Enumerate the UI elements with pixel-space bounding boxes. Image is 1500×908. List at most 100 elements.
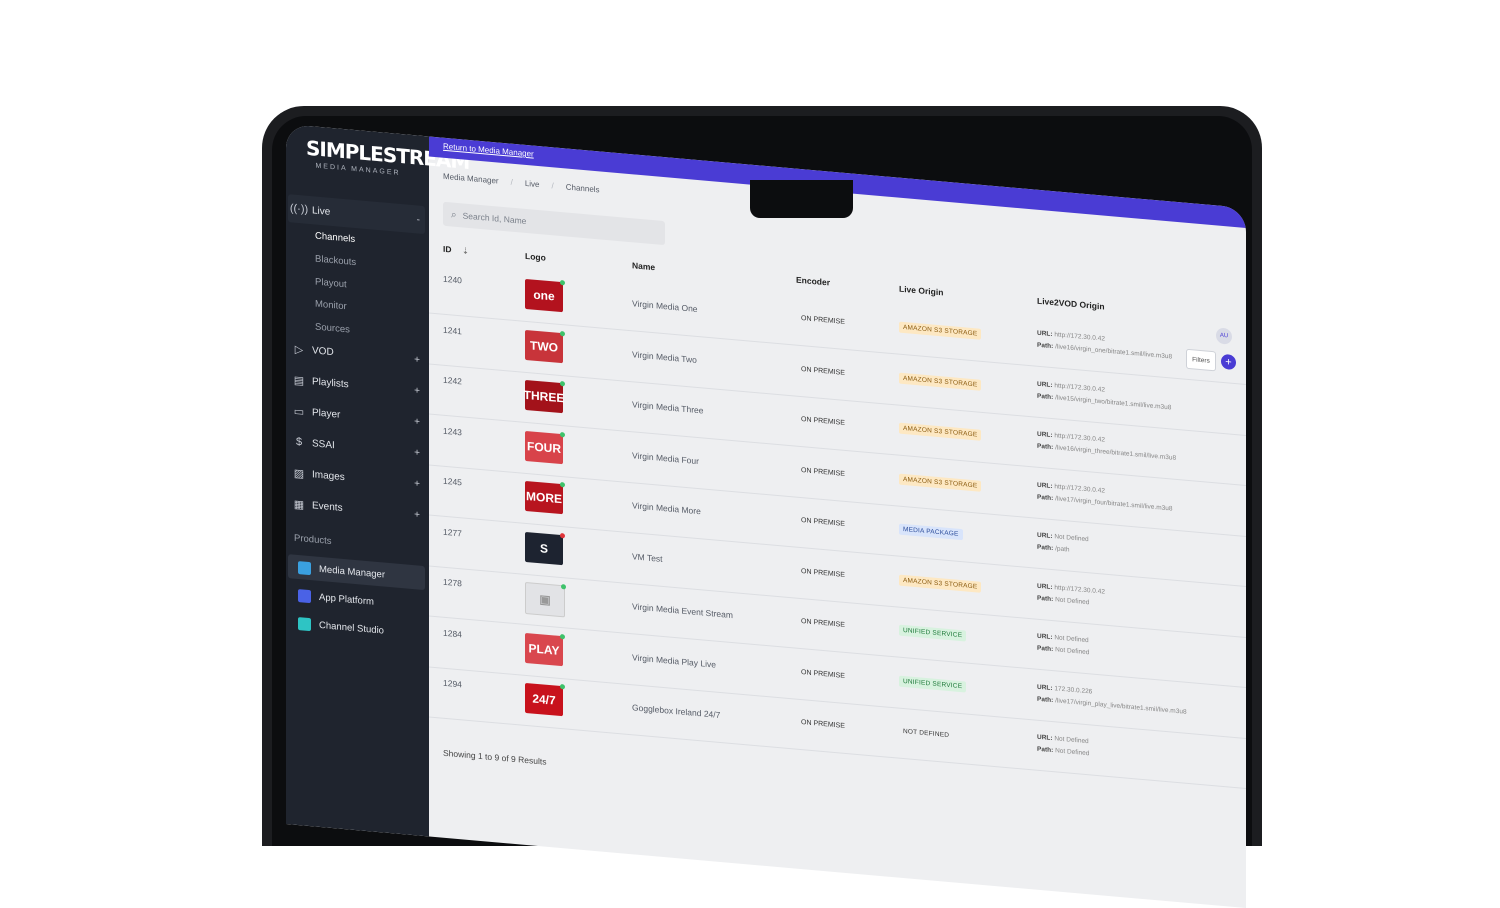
- url-value: http://172.30.0.42: [1054, 331, 1105, 343]
- sidebar-item-label: Player: [312, 406, 341, 421]
- status-dot: [560, 633, 565, 639]
- live-origin-badge: MEDIA PACKAGE: [899, 523, 963, 541]
- channel-id: 1294: [443, 677, 462, 690]
- url-label: URL:: [1037, 329, 1053, 339]
- sidebar-subitem-blackouts[interactable]: Blackouts: [315, 254, 356, 269]
- breadcrumb-separator: /: [510, 177, 513, 187]
- sidebar-item-events[interactable]: ▦ Events +: [292, 497, 420, 522]
- channel-logo: MORE: [525, 480, 565, 515]
- camera-notch: [750, 180, 853, 218]
- path-value: Not Defined: [1055, 747, 1090, 758]
- url-value: http://172.30.0.42: [1054, 432, 1105, 444]
- sidebar-subitem-sources[interactable]: Sources: [315, 322, 350, 336]
- channel-name[interactable]: Virgin Media Play Live: [632, 652, 716, 669]
- live2vod-origin: URL: Not Defined Path: Not Defined: [1037, 631, 1089, 660]
- channel-encoder: ON PREMISE: [801, 668, 845, 680]
- channel-name[interactable]: VM Test: [632, 551, 663, 564]
- column-header-id[interactable]: ID ⇣: [443, 244, 469, 257]
- channel-name[interactable]: Virgin Media Three: [632, 399, 704, 415]
- product-label: Channel Studio: [319, 619, 384, 637]
- url-label: URL:: [1037, 582, 1053, 591]
- app-platform-icon: [298, 588, 311, 603]
- url-label: URL:: [1037, 380, 1053, 389]
- brand-logo[interactable]: SIMPLESTREAM MEDIA MANAGER: [306, 136, 469, 178]
- sidebar-subitem-channels[interactable]: Channels: [315, 231, 355, 246]
- product-label: App Platform: [319, 591, 374, 608]
- sidebar-item-images[interactable]: ▨ Images +: [292, 466, 420, 491]
- sidebar-subitem-playout[interactable]: Playout: [315, 277, 347, 291]
- sidebar-item-playlists[interactable]: ▤ Playlists +: [292, 373, 420, 398]
- channel-name[interactable]: Virgin Media Two: [632, 349, 697, 365]
- url-label: URL:: [1037, 632, 1053, 642]
- channel-logo-text: one: [533, 287, 555, 304]
- breadcrumb-media-manager[interactable]: Media Manager: [443, 172, 499, 186]
- channel-id: 1240: [443, 273, 462, 286]
- path-value: /live17/virgin_play_live/bitrate1.smil/l…: [1055, 696, 1187, 716]
- channel-encoder: ON PREMISE: [801, 517, 845, 528]
- channel-encoder: ON PREMISE: [801, 365, 845, 377]
- channel-logo: FOUR: [525, 430, 565, 464]
- channel-encoder: ON PREMISE: [801, 567, 845, 579]
- sidebar-item-ssai[interactable]: $ SSAI +: [292, 435, 420, 460]
- channel-logo-text: FOUR: [527, 438, 561, 456]
- status-dot: [560, 380, 565, 387]
- channel-id: 1277: [443, 526, 462, 538]
- status-dot: [560, 431, 565, 437]
- return-link[interactable]: Return to Media Manager: [443, 142, 534, 159]
- breadcrumb-channels[interactable]: Channels: [566, 182, 600, 194]
- live-origin-badge: AMAZON S3 STORAGE: [899, 372, 982, 391]
- channel-encoder: ON PREMISE: [801, 618, 845, 629]
- channel-name[interactable]: Gogglebox Ireland 24/7: [632, 702, 720, 720]
- live2vod-origin: URL: Not Defined Path: /path: [1037, 530, 1089, 559]
- column-header-live-origin: Live Origin: [899, 283, 944, 298]
- search-icon: ⌕: [451, 208, 457, 221]
- channel-logo-text: THREE: [523, 387, 565, 406]
- channel-logo: TWO: [525, 329, 565, 363]
- channel-encoder: ON PREMISE: [801, 719, 845, 730]
- expand-icon: +: [414, 353, 420, 366]
- path-label: Path:: [1037, 695, 1054, 704]
- channel-id: 1242: [443, 374, 462, 387]
- expand-icon: +: [414, 415, 420, 428]
- url-value: http://172.30.0.42: [1054, 482, 1105, 495]
- url-value: http://172.30.0.42: [1054, 381, 1105, 394]
- path-label: Path:: [1037, 493, 1054, 502]
- sidebar-item-vod[interactable]: ▷ VOD +: [292, 342, 420, 367]
- path-label: Path:: [1037, 594, 1054, 603]
- channel-name[interactable]: Virgin Media More: [632, 500, 701, 516]
- path-label: Path:: [1037, 341, 1054, 351]
- channel-logo-text: S: [539, 540, 548, 556]
- live2vod-origin: URL: 172.30.0.226 Path: /live17/virgin_pl…: [1037, 681, 1187, 718]
- channel-studio-icon: [298, 616, 311, 631]
- search-box[interactable]: ⌕ Search Id, Name: [443, 201, 665, 246]
- url-value: Not Defined: [1054, 735, 1089, 746]
- channel-logo-text: MORE: [526, 488, 562, 507]
- channel-logo-text: TWO: [530, 337, 558, 355]
- path-label: Path:: [1037, 442, 1054, 452]
- sidebar-item-label: VOD: [312, 344, 334, 358]
- media-manager-icon: [298, 560, 311, 575]
- sort-icon[interactable]: ⇣: [462, 245, 469, 256]
- sidebar-item-label: SSAI: [312, 437, 335, 451]
- path-value: /live17/virgin_four/bitrate1.smil/live.m…: [1055, 494, 1173, 513]
- channel-name[interactable]: Virgin Media Four: [632, 450, 699, 466]
- status-dot: [560, 683, 565, 690]
- sidebar-item-label: Playlists: [312, 375, 349, 390]
- search-input[interactable]: Search Id, Name: [463, 210, 527, 226]
- channel-id: 1245: [443, 475, 462, 488]
- results-summary: Showing 1 to 9 of 9 Results: [443, 747, 547, 767]
- channel-encoder: ON PREMISE: [801, 315, 845, 326]
- sidebar-subitem-monitor[interactable]: Monitor: [315, 299, 347, 313]
- channel-id: 1284: [443, 627, 462, 639]
- sidebar-item-label: Images: [312, 468, 345, 483]
- channel-name[interactable]: Virgin Media Event Stream: [632, 601, 733, 620]
- path-label: Path:: [1037, 543, 1054, 553]
- url-value: 172.30.0.226: [1054, 684, 1093, 696]
- sidebar-item-player[interactable]: ▭ Player +: [292, 404, 420, 429]
- live-origin-badge: AMAZON S3 STORAGE: [899, 422, 982, 441]
- channel-logo: PLAY: [525, 632, 565, 666]
- path-label: Path:: [1037, 392, 1054, 401]
- path-value: /path: [1055, 545, 1070, 554]
- breadcrumb-live[interactable]: Live: [525, 179, 540, 189]
- channel-name[interactable]: Virgin Media One: [632, 298, 698, 314]
